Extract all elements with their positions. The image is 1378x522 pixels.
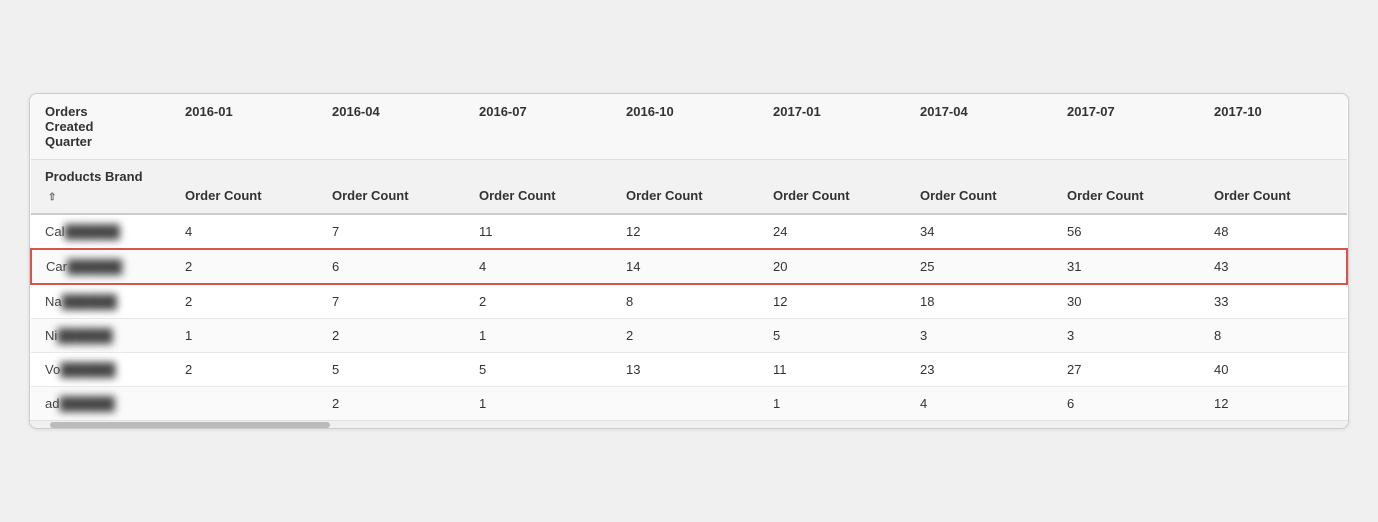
cell-value: 34 [906, 214, 1053, 249]
table-row: Car██████2641420253143 [31, 249, 1347, 284]
header-order-count-5: Order Count [759, 160, 906, 214]
scrollbar-thumb[interactable] [50, 422, 330, 428]
cell-value: 7 [318, 214, 465, 249]
header-row-2: Products Brand ⇧ Order Count Order Count… [31, 160, 1347, 214]
cell-value: 30 [1053, 284, 1200, 319]
data-table: Orders Created Quarter 2016-01 2016-04 2… [29, 93, 1349, 428]
brand-blur: ██████ [57, 328, 112, 343]
cell-value: 31 [1053, 249, 1200, 284]
cell-value: 20 [759, 249, 906, 284]
table-row: Vo██████2551311232740 [31, 352, 1347, 386]
brand-blur: ██████ [62, 294, 117, 309]
header-order-count-8: Order Count [1200, 160, 1347, 214]
header-order-count-3: Order Count [465, 160, 612, 214]
cell-brand: Car██████ [31, 249, 171, 284]
cell-value: 12 [612, 214, 759, 249]
sort-icon: ⇧ [48, 191, 56, 205]
cell-value: 5 [759, 318, 906, 352]
cell-value: 1 [171, 318, 318, 352]
header-2016-07: 2016-07 [465, 94, 612, 160]
cell-value: 24 [759, 214, 906, 249]
table-row: ad██████2114612 [31, 386, 1347, 420]
cell-value: 1 [465, 386, 612, 420]
table-row: Cal██████47111224345648 [31, 214, 1347, 249]
header-2017-10: 2017-10 [1200, 94, 1347, 160]
cell-value: 2 [465, 284, 612, 319]
header-2017-04: 2017-04 [906, 94, 1053, 160]
cell-brand: Ni██████ [31, 318, 171, 352]
cell-value: 12 [759, 284, 906, 319]
cell-value: 25 [906, 249, 1053, 284]
table-row: Na██████272812183033 [31, 284, 1347, 319]
cell-value: 3 [906, 318, 1053, 352]
header-order-count-6: Order Count [906, 160, 1053, 214]
header-quarter: Orders Created Quarter [31, 94, 171, 160]
header-order-count-4: Order Count [612, 160, 759, 214]
cell-value: 2 [318, 386, 465, 420]
cell-brand: ad██████ [31, 386, 171, 420]
cell-value: 5 [318, 352, 465, 386]
cell-value: 2 [612, 318, 759, 352]
cell-value: 8 [612, 284, 759, 319]
header-2016-10: 2016-10 [612, 94, 759, 160]
cell-brand: Na██████ [31, 284, 171, 319]
header-order-count-2: Order Count [318, 160, 465, 214]
cell-value: 14 [612, 249, 759, 284]
cell-value: 18 [906, 284, 1053, 319]
header-2017-01: 2017-01 [759, 94, 906, 160]
cell-value: 2 [171, 284, 318, 319]
cell-value: 56 [1053, 214, 1200, 249]
cell-value: 5 [465, 352, 612, 386]
cell-value: 12 [1200, 386, 1347, 420]
header-row-1: Orders Created Quarter 2016-01 2016-04 2… [31, 94, 1347, 160]
cell-value: 2 [171, 249, 318, 284]
cell-value: 40 [1200, 352, 1347, 386]
cell-value: 4 [465, 249, 612, 284]
cell-value: 11 [759, 352, 906, 386]
cell-brand: Vo██████ [31, 352, 171, 386]
cell-value: 43 [1200, 249, 1347, 284]
table-row: Ni██████12125338 [31, 318, 1347, 352]
cell-value: 13 [612, 352, 759, 386]
header-products-brand[interactable]: Products Brand ⇧ [31, 160, 171, 214]
cell-value [171, 386, 318, 420]
header-order-count-7: Order Count [1053, 160, 1200, 214]
cell-value: 48 [1200, 214, 1347, 249]
brand-blur: ██████ [67, 259, 122, 274]
cell-value: 33 [1200, 284, 1347, 319]
brand-blur: ██████ [65, 224, 120, 239]
header-2016-04: 2016-04 [318, 94, 465, 160]
header-2016-01: 2016-01 [171, 94, 318, 160]
cell-value: 27 [1053, 352, 1200, 386]
cell-value: 7 [318, 284, 465, 319]
scrollbar-area[interactable] [30, 420, 1348, 428]
cell-value: 8 [1200, 318, 1347, 352]
cell-value: 11 [465, 214, 612, 249]
cell-value [612, 386, 759, 420]
cell-value: 4 [171, 214, 318, 249]
cell-value: 6 [318, 249, 465, 284]
cell-value: 23 [906, 352, 1053, 386]
cell-value: 6 [1053, 386, 1200, 420]
brand-blur: ██████ [59, 396, 114, 411]
cell-value: 4 [906, 386, 1053, 420]
header-order-count-1: Order Count [171, 160, 318, 214]
header-2017-07: 2017-07 [1053, 94, 1200, 160]
cell-value: 3 [1053, 318, 1200, 352]
cell-value: 1 [465, 318, 612, 352]
products-brand-label: Products Brand [45, 169, 143, 184]
brand-blur: ██████ [60, 362, 115, 377]
cell-brand: Cal██████ [31, 214, 171, 249]
cell-value: 2 [171, 352, 318, 386]
cell-value: 2 [318, 318, 465, 352]
cell-value: 1 [759, 386, 906, 420]
